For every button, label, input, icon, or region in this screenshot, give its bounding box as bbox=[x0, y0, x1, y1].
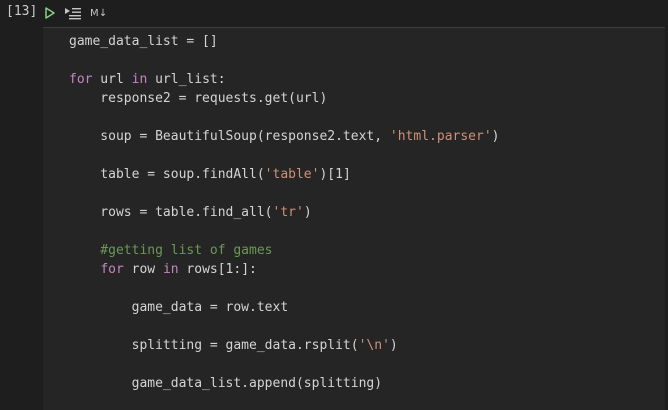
code-line: for url in url_list: bbox=[69, 70, 499, 89]
code-token: for bbox=[69, 72, 93, 87]
code-line: game_data_list.append(splitting) bbox=[69, 374, 499, 393]
code-token: 'html.parser' bbox=[389, 129, 492, 144]
cell-toolbar: M↓ bbox=[44, 4, 107, 22]
code-token: #getting list of games bbox=[69, 243, 273, 258]
code-token: game_data = row.text bbox=[69, 300, 289, 315]
code-token: ) bbox=[303, 205, 312, 220]
code-token: soup = BeautifulSoup(response2.text, bbox=[69, 129, 390, 144]
code-token: )[1] bbox=[319, 167, 351, 182]
code-token: url bbox=[92, 72, 132, 87]
code-token: in bbox=[162, 262, 179, 277]
run-by-line-icon[interactable] bbox=[64, 4, 82, 22]
code-line: #getting list of games bbox=[69, 241, 499, 260]
code-token: table = soup.findAll( bbox=[69, 167, 265, 182]
code-token: row bbox=[123, 262, 163, 277]
code-line: rows = table.find_all('tr') bbox=[69, 203, 499, 222]
code-line: soup = BeautifulSoup(response2.text, 'ht… bbox=[69, 127, 499, 146]
code-line: game_data = row.text bbox=[69, 298, 499, 317]
code-token: '\n' bbox=[358, 338, 390, 353]
code-token: rows[1:]: bbox=[178, 262, 257, 277]
code-editor[interactable]: game_data_list = [] for url in url_list: … bbox=[43, 27, 665, 410]
code-token: 'tr' bbox=[272, 205, 304, 220]
code-token: ) bbox=[491, 129, 500, 144]
code-token: game_data_list.append(splitting) bbox=[69, 376, 383, 391]
code-token: game_data_list = [] bbox=[69, 34, 218, 49]
code-token: response2 = requests.get(url) bbox=[69, 91, 328, 106]
play-icon[interactable] bbox=[44, 4, 56, 22]
code-token: splitting = game_data.rsplit( bbox=[69, 338, 359, 353]
code-line: response2 = requests.get(url) bbox=[69, 89, 499, 108]
code-line: game_data_list = [] bbox=[69, 32, 499, 51]
code-token: 'table' bbox=[264, 167, 320, 182]
code-token: for bbox=[100, 262, 124, 277]
code-content[interactable]: game_data_list = [] for url in url_list: … bbox=[69, 32, 499, 393]
code-token: rows = table.find_all( bbox=[69, 205, 273, 220]
markdown-toggle-button[interactable]: M↓ bbox=[90, 8, 107, 19]
code-token: url_list: bbox=[147, 72, 226, 87]
code-line: splitting = game_data.rsplit('\n') bbox=[69, 336, 499, 355]
code-token: ) bbox=[389, 338, 398, 353]
code-line: for row in rows[1:]: bbox=[69, 260, 499, 279]
notebook-cell: [13] M↓ game_data_list = [] for url in ur… bbox=[0, 0, 668, 410]
code-line: table = soup.findAll('table')[1] bbox=[69, 165, 499, 184]
execution-count: [13] bbox=[6, 4, 38, 19]
code-token: in bbox=[131, 72, 148, 87]
